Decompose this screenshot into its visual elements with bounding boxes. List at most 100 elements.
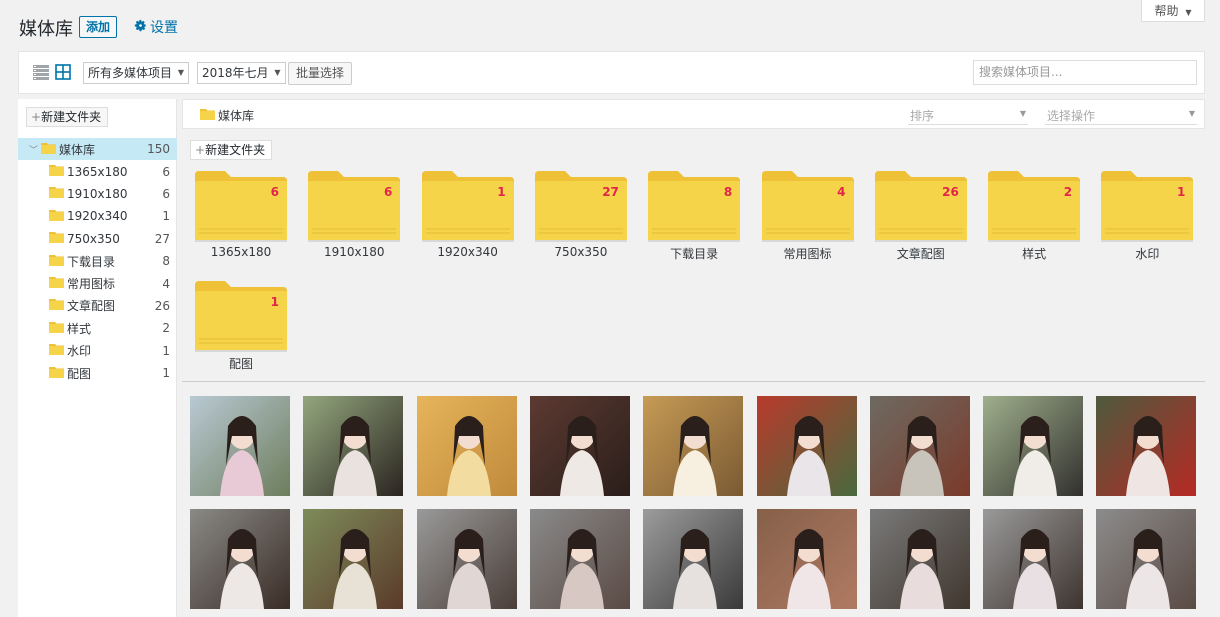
folder-tile-count: 26 — [942, 185, 959, 199]
folder-tile[interactable]: 1 1920x340 — [421, 171, 514, 261]
help-label: 帮助 — [1154, 4, 1179, 18]
folder-tree-root[interactable]: ﹀ 媒体库 150 — [18, 138, 177, 161]
sidebar-folder-label: 1920x340 — [67, 209, 128, 224]
sidebar-new-folder-button[interactable]: +新建文件夹 — [26, 107, 109, 127]
media-thumbnail[interactable] — [529, 509, 630, 609]
sidebar-folder-item[interactable]: 1920x340 1 — [18, 205, 177, 227]
sidebar-folder-item[interactable]: 1910x180 6 — [18, 183, 177, 205]
sidebar-folder-item[interactable]: 配图 1 — [18, 362, 177, 384]
folder-count: 2 — [162, 321, 170, 336]
folder-tile[interactable]: 1 配图 — [195, 281, 287, 371]
media-thumbnail[interactable] — [529, 396, 630, 496]
date-filter[interactable]: 2018年七月 ▼ — [197, 62, 286, 84]
new-folder-label: 新建文件夹 — [41, 110, 102, 124]
folder-tile-count: 1 — [1177, 185, 1186, 199]
folder-tile[interactable]: 27 750x350 — [534, 171, 627, 261]
folder-tile-count: 1 — [497, 185, 506, 199]
folder-tile-count: 1 — [270, 295, 279, 309]
media-thumbnail[interactable] — [303, 509, 404, 609]
media-thumbnail[interactable] — [416, 396, 517, 496]
sidebar-folder-item[interactable]: 1365x180 6 — [18, 160, 177, 182]
sidebar-folder-item[interactable]: 下载目录 8 — [18, 250, 177, 272]
folder-icon — [49, 231, 64, 246]
media-thumbnail[interactable] — [303, 396, 404, 496]
folder-tile-count: 8 — [723, 185, 733, 199]
sidebar-folder-item[interactable]: 常用图标 4 — [18, 272, 177, 294]
folder-count: 27 — [154, 231, 170, 246]
folder-count: 1 — [162, 343, 170, 358]
media-thumbnail[interactable] — [1096, 509, 1197, 609]
folder-tile[interactable]: 4 常用图标 — [761, 171, 854, 261]
breadcrumb-item[interactable]: 媒体库 — [200, 107, 254, 124]
folder-tile-label: 配图 — [228, 357, 253, 371]
sidebar-folder-label: 配图 — [67, 366, 92, 381]
chevron-down-icon[interactable]: ﹀ — [29, 143, 39, 156]
search-input[interactable]: 搜索媒体项目... — [973, 60, 1197, 85]
media-thumbnail[interactable] — [756, 396, 857, 496]
media-thumbnail[interactable] — [190, 509, 290, 609]
action-placeholder: 选择操作 — [1047, 109, 1096, 123]
new-folder-button[interactable]: +新建文件夹 — [190, 140, 273, 160]
folder-tile-label: 1365x180 — [210, 245, 272, 259]
folder-tile-label: 样式 — [1022, 247, 1047, 261]
add-new-button[interactable]: 添加 — [79, 16, 118, 38]
caret-down-icon: ▼ — [1019, 109, 1026, 118]
folder-icon — [49, 321, 64, 336]
sidebar-folder-label: 750x350 — [67, 231, 120, 246]
sidebar-folder-item[interactable]: 水印 1 — [18, 340, 177, 362]
media-thumbnail[interactable] — [983, 509, 1084, 609]
sidebar-folder-item[interactable]: 750x350 27 — [18, 228, 177, 250]
folder-tree-root-label: 媒体库 — [59, 142, 96, 157]
folder-icon — [41, 142, 56, 157]
media-type-filter-value: 所有多媒体项目 — [88, 66, 173, 80]
bulk-select-button[interactable]: 批量选择 — [288, 62, 353, 85]
sidebar-folder-label: 水印 — [67, 344, 92, 359]
media-main: 媒体库 排序 ▼ 选择操作 ▼ +新建文件夹 6 1365x180 6 1910x18… — [182, 99, 1205, 617]
folder-tile-label: 水印 — [1135, 247, 1160, 261]
folder-icon — [49, 276, 64, 291]
media-thumbnail[interactable] — [190, 396, 290, 496]
folder-tile[interactable]: 2 样式 — [988, 171, 1081, 261]
settings-link[interactable]: 设置 — [134, 17, 178, 37]
folder-tile[interactable]: 6 1910x180 — [308, 171, 401, 261]
help-tab[interactable]: 帮助 ▼ — [1141, 0, 1205, 22]
action-dropdown[interactable]: 选择操作 ▼ — [1045, 107, 1197, 125]
gear-icon — [134, 19, 147, 36]
new-folder-label: 新建文件夹 — [205, 143, 266, 157]
media-thumbnail[interactable] — [869, 509, 970, 609]
folder-icon — [49, 366, 64, 381]
media-thumbnail[interactable] — [416, 509, 517, 609]
media-thumbnail[interactable] — [643, 509, 744, 609]
settings-label: 设置 — [150, 20, 178, 36]
grid-view-icon[interactable] — [55, 64, 71, 83]
sidebar-folder-item[interactable]: 样式 2 — [18, 317, 177, 339]
media-thumbnail[interactable] — [983, 396, 1084, 496]
sort-dropdown[interactable]: 排序 ▼ — [908, 107, 1028, 125]
list-view-icon[interactable] — [33, 65, 49, 83]
folder-tile-label: 1920x340 — [437, 245, 498, 259]
folder-count: 150 — [147, 142, 170, 157]
plus-icon: + — [195, 143, 206, 157]
folder-tile-count: 6 — [270, 185, 279, 199]
folder-count: 4 — [162, 276, 170, 291]
folder-tile-label: 下载目录 — [670, 247, 719, 261]
media-thumbnail[interactable] — [643, 396, 744, 496]
folder-count: 1 — [162, 209, 170, 224]
sidebar-folder-item[interactable]: 文章配图 26 — [18, 295, 177, 317]
media-thumbnail[interactable] — [756, 509, 857, 609]
folder-tile-count: 27 — [602, 185, 619, 199]
sidebar-folder-label: 下载目录 — [67, 254, 116, 269]
folder-tile[interactable]: 26 文章配图 — [874, 171, 967, 261]
caret-down-icon: ▼ — [1185, 8, 1192, 17]
folder-tile-label: 常用图标 — [783, 247, 832, 261]
media-thumbnail[interactable] — [1096, 396, 1197, 496]
media-thumbnail[interactable] — [869, 396, 970, 496]
folder-tile[interactable]: 1 水印 — [1101, 171, 1194, 261]
folder-tile[interactable]: 6 1365x180 — [195, 171, 287, 261]
folder-tile[interactable]: 8 下载目录 — [648, 171, 741, 261]
folder-icon — [49, 343, 64, 358]
folder-sidebar: +新建文件夹 ﹀ 媒体库 150 1365x180 6 1910x180 6 1920x… — [18, 99, 177, 617]
breadcrumb: 媒体库 排序 ▼ 选择操作 ▼ — [182, 99, 1205, 129]
media-type-filter[interactable]: 所有多媒体项目 ▼ — [83, 62, 190, 84]
sidebar-folder-label: 文章配图 — [67, 299, 116, 314]
